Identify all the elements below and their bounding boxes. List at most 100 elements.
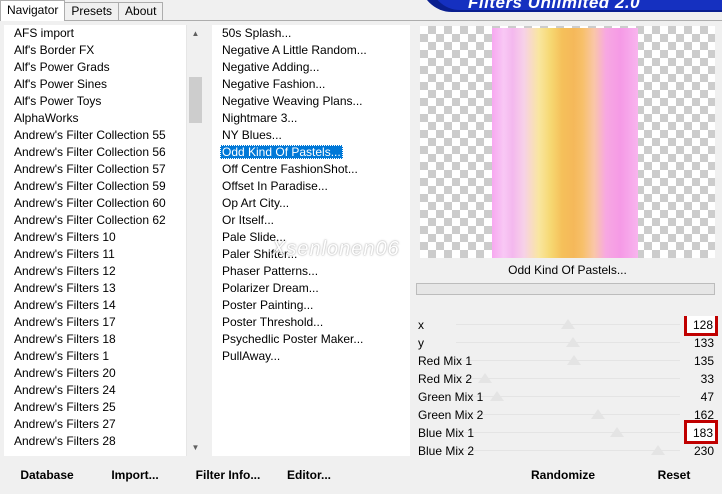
parameter-label: Green Mix 2 xyxy=(418,408,484,422)
category-item[interactable]: Andrew's Filters 20 xyxy=(4,365,204,382)
import-button[interactable]: Import... xyxy=(92,462,178,488)
category-item[interactable]: Andrew's Filters 11 xyxy=(4,246,204,263)
app-banner: Filters Unlimited 2.0 xyxy=(420,0,722,12)
parameter-slider-row[interactable]: Green Mix 2 162 xyxy=(416,406,720,424)
scroll-down-arrow-icon[interactable]: ▼ xyxy=(187,439,204,456)
parameter-value: 47 xyxy=(700,390,714,404)
filter-item[interactable]: Nightmare 3... xyxy=(212,110,410,127)
filter-item-label: Psychedlic Poster Maker... xyxy=(222,332,364,346)
filter-item[interactable]: Phaser Patterns... xyxy=(212,263,410,280)
tab-presets[interactable]: Presets xyxy=(64,2,120,21)
slider-thumb[interactable] xyxy=(561,319,576,329)
category-item[interactable]: Andrew's Filters 17 xyxy=(4,314,204,331)
filter-item[interactable]: Op Art City... xyxy=(212,195,410,212)
category-item[interactable]: AFS import xyxy=(4,25,204,42)
parameter-value-highlighted: 128 xyxy=(684,316,718,336)
slider-thumb[interactable] xyxy=(477,373,492,383)
slider-track[interactable] xyxy=(456,432,680,433)
filter-item-label: Offset In Paradise... xyxy=(222,179,328,193)
category-item[interactable]: Andrew's Filters 28 xyxy=(4,433,204,450)
slider-thumb[interactable] xyxy=(591,409,606,419)
parameter-slider-row[interactable]: Blue Mix 1 183 xyxy=(416,420,720,444)
category-list-scrollbar[interactable]: ▲ ▼ xyxy=(186,25,204,456)
category-item[interactable]: Andrew's Filters 12 xyxy=(4,263,204,280)
parameter-sliders: x 128 y 133 Red Mix 1 135 Red Mix 2 33 Green Mix… xyxy=(416,316,720,456)
category-item[interactable]: Andrew's Filters 13 xyxy=(4,280,204,297)
category-item[interactable]: Andrew's Filters 1 xyxy=(4,348,204,365)
filter-info-button[interactable]: Filter Info... xyxy=(184,462,272,488)
category-item[interactable]: Alf's Power Toys xyxy=(4,93,204,110)
filter-item[interactable]: Or Itself... xyxy=(212,212,410,229)
category-item[interactable]: Andrew's Filters 25 xyxy=(4,399,204,416)
filter-item-label: Odd Kind Of Pastels... xyxy=(220,145,343,159)
filter-item-label: Polarizer Dream... xyxy=(222,281,319,295)
category-item[interactable]: Andrew's Filter Collection 55 xyxy=(4,127,204,144)
filter-item[interactable]: Negative Weaving Plans... xyxy=(212,93,410,110)
category-item[interactable]: Alf's Power Grads xyxy=(4,59,204,76)
parameter-value: 133 xyxy=(693,336,714,350)
filter-item-label: Or Itself... xyxy=(222,213,275,227)
parameter-slider-row[interactable]: y 133 xyxy=(416,334,720,352)
tab-about[interactable]: About xyxy=(118,2,164,21)
filter-item[interactable]: Polarizer Dream... xyxy=(212,280,410,297)
banner-title: Filters Unlimited 2.0 xyxy=(468,0,641,12)
category-item[interactable]: Andrew's Filter Collection 57 xyxy=(4,161,204,178)
filter-item[interactable]: Negative A Little Random... xyxy=(212,42,410,59)
category-item[interactable]: Andrew's Filter Collection 56 xyxy=(4,144,204,161)
randomize-button[interactable]: Randomize xyxy=(520,462,606,488)
slider-thumb[interactable] xyxy=(567,355,582,365)
category-item[interactable]: Andrew's Filter Collection 62 xyxy=(4,212,204,229)
category-item[interactable]: Andrew's Filters 18 xyxy=(4,331,204,348)
filter-item-label: Poster Painting... xyxy=(222,298,314,312)
filter-item[interactable]: NY Blues... xyxy=(212,127,410,144)
filter-item[interactable]: 50s Splash... xyxy=(212,25,410,42)
parameter-label: Green Mix 1 xyxy=(418,390,484,404)
database-button[interactable]: Database xyxy=(8,462,86,488)
parameter-slider-row[interactable]: Red Mix 1 135 xyxy=(416,352,720,370)
slider-track[interactable] xyxy=(456,414,680,415)
parameter-slider-row[interactable]: Green Mix 1 47 xyxy=(416,388,720,406)
preview-canvas xyxy=(420,26,715,258)
bottom-toolbar: Database Import... Filter Info... Editor… xyxy=(0,458,722,494)
parameter-value-highlighted: 183 xyxy=(684,420,718,444)
slider-thumb[interactable] xyxy=(651,445,666,455)
parameter-value: 230 xyxy=(693,444,714,456)
category-item[interactable]: AlphaWorks xyxy=(4,110,204,127)
filter-item[interactable]: Negative Fashion... xyxy=(212,76,410,93)
slider-track[interactable] xyxy=(456,450,680,451)
filter-item[interactable]: Poster Painting... xyxy=(212,297,410,314)
category-item[interactable]: Andrew's Filters 24 xyxy=(4,382,204,399)
category-item[interactable]: Alf's Border FX xyxy=(4,42,204,59)
category-list[interactable]: AFS import Alf's Border FX Alf's Power Gra… xyxy=(4,25,204,456)
reset-button[interactable]: Reset xyxy=(634,462,714,488)
watermark: Xsenlonen06 xyxy=(272,238,400,260)
parameter-slider-row[interactable]: x 128 xyxy=(416,316,720,336)
category-item[interactable]: Alf's Power Sines xyxy=(4,76,204,93)
slider-thumb[interactable] xyxy=(609,427,624,437)
filter-item-label: Negative Weaving Plans... xyxy=(222,94,363,108)
category-item[interactable]: Andrew's Filter Collection 59 xyxy=(4,178,204,195)
filter-item-selected[interactable]: Odd Kind Of Pastels... xyxy=(212,144,410,161)
scroll-up-arrow-icon[interactable]: ▲ xyxy=(187,25,204,42)
slider-thumb[interactable] xyxy=(490,391,505,401)
filter-item[interactable]: PullAway... xyxy=(212,348,410,365)
tab-bar: Navigator Presets About xyxy=(0,0,164,21)
parameter-slider-row[interactable]: Red Mix 2 33 xyxy=(416,370,720,388)
tab-navigator[interactable]: Navigator xyxy=(0,0,66,21)
filter-item[interactable]: Psychedlic Poster Maker... xyxy=(212,331,410,348)
filter-item[interactable]: Offset In Paradise... xyxy=(212,178,410,195)
category-item[interactable]: Andrew's Filters 14 xyxy=(4,297,204,314)
preview-image xyxy=(492,28,638,258)
category-item[interactable]: Andrew's Filters 27 xyxy=(4,416,204,433)
scrollbar-thumb[interactable] xyxy=(189,77,202,123)
progress-bar xyxy=(416,283,715,295)
filter-item[interactable]: Off Centre FashionShot... xyxy=(212,161,410,178)
category-item[interactable]: Andrew's Filter Collection 60 xyxy=(4,195,204,212)
editor-button[interactable]: Editor... xyxy=(278,462,340,488)
category-item[interactable]: Andrew's Filters 10 xyxy=(4,229,204,246)
filter-item[interactable]: Negative Adding... xyxy=(212,59,410,76)
filter-item[interactable]: Poster Threshold... xyxy=(212,314,410,331)
parameter-label: x xyxy=(418,318,424,332)
parameter-slider-row[interactable]: Blue Mix 2 230 xyxy=(416,442,720,456)
slider-thumb[interactable] xyxy=(565,337,580,347)
